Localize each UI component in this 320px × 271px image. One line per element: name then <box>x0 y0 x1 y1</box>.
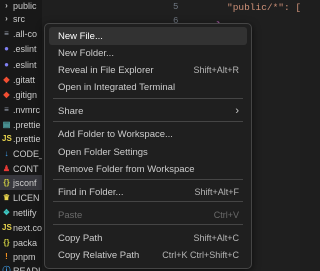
menu-item-open-folder-settings[interactable]: Open Folder Settings <box>49 143 247 161</box>
explorer-sidebar: › public › src ≡ .all-co ● .eslint ● .eslint ◆ .git… <box>0 0 42 271</box>
explorer-item-label: .all-co <box>13 28 38 39</box>
chevron-right-icon: › <box>235 104 239 117</box>
explorer-item[interactable]: ! pnpm <box>0 249 42 264</box>
menu-item-label: Remove Folder from Workspace <box>58 163 195 175</box>
menu-item-copy-relative-path[interactable]: Copy Relative Path Ctrl+K Ctrl+Shift+C <box>49 246 247 264</box>
explorer-item-label: .eslint <box>13 43 37 54</box>
json-icon: {} <box>3 178 10 187</box>
explorer-item-label: .prettie <box>13 119 41 130</box>
explorer-item-label: pnpm <box>13 251 36 262</box>
contributing-icon: ♟ <box>2 164 11 173</box>
pnpm-icon: ! <box>5 252 8 261</box>
menu-item-label: Open in Integrated Terminal <box>58 81 176 93</box>
js-icon: JS <box>2 223 12 232</box>
explorer-context-menu: New File... New Folder... Reveal in File E… <box>44 23 252 269</box>
git-icon: ◆ <box>3 75 10 84</box>
menu-item-copy-path[interactable]: Copy Path Shift+Alt+C <box>49 229 247 247</box>
explorer-item[interactable]: {} packa <box>0 235 42 250</box>
menu-separator <box>53 201 243 202</box>
explorer-item[interactable]: ≡ .all-co <box>0 26 42 41</box>
explorer-item[interactable]: ⓘ READI <box>0 263 42 271</box>
menu-item-paste: Paste Ctrl+V <box>49 206 247 224</box>
menu-item-label: Find in Folder... <box>58 186 124 198</box>
eslint-icon: ● <box>4 60 9 69</box>
explorer-item-label: next.co <box>13 222 42 233</box>
folder-chevron-icon: › <box>5 1 8 10</box>
menu-item-label: Copy Relative Path <box>58 249 140 261</box>
folder-chevron-icon: › <box>5 14 8 23</box>
menu-item-label: New File... <box>58 30 103 42</box>
explorer-item[interactable]: ≡ .nvmrc <box>0 102 42 117</box>
js-icon: JS <box>2 134 12 143</box>
explorer-item-label: jsconf <box>13 177 37 188</box>
explorer-item-label: .prettie <box>13 133 41 144</box>
prettier-icon: ▤ <box>2 120 11 129</box>
explorer-item-label: netlify <box>13 207 37 218</box>
explorer-item[interactable]: ◆ .gitatt <box>0 72 42 87</box>
explorer-item[interactable]: ● .eslint <box>0 57 42 72</box>
menu-item-label: Paste <box>58 209 83 221</box>
menu-item-new-folder[interactable]: New Folder... <box>49 44 247 62</box>
menu-item-shortcut: Shift+Alt+C <box>193 233 239 243</box>
menu-item-shortcut: Shift+Alt+F <box>194 187 239 197</box>
explorer-item[interactable]: ♛ LICEN <box>0 190 42 205</box>
menu-item-label: Add Folder to Workspace... <box>58 128 173 140</box>
explorer-item[interactable]: ♟ CONT <box>0 161 42 176</box>
vscode-window: › public › src ≡ .all-co ● .eslint ● .eslint ◆ .git… <box>0 0 300 271</box>
explorer-item-label: .eslint <box>13 59 37 70</box>
explorer-item-label: .gitatt <box>13 74 36 85</box>
info-icon: ⓘ <box>2 266 11 271</box>
git-icon: ◆ <box>3 90 10 99</box>
menu-separator <box>53 179 243 180</box>
menu-separator <box>53 224 243 225</box>
package-icon: {} <box>3 238 10 247</box>
explorer-item-label: packa <box>13 237 38 248</box>
explorer-item[interactable]: ▤ .prettie <box>0 117 42 132</box>
license-icon: ♛ <box>2 193 11 202</box>
explorer-item[interactable]: ❖ netlify <box>0 205 42 220</box>
markdown-icon: ↓ <box>4 149 9 158</box>
code-line[interactable]: "public/*": [". <box>227 2 300 13</box>
menu-item-shortcut: Ctrl+V <box>213 210 239 220</box>
explorer-item[interactable]: JS next.co <box>0 220 42 235</box>
menu-item-label: New Folder... <box>58 47 114 59</box>
explorer-item[interactable]: JS .prettie <box>0 131 42 146</box>
explorer-item[interactable]: {} jsconf <box>0 175 42 190</box>
explorer-item[interactable]: › src <box>0 11 42 26</box>
menu-item-add-folder-to-workspace[interactable]: Add Folder to Workspace... <box>49 125 247 143</box>
menu-item-shortcut: Shift+Alt+R <box>193 65 239 75</box>
menu-item-remove-folder-from-workspace[interactable]: Remove Folder from Workspace <box>49 160 247 178</box>
netlify-icon: ❖ <box>2 208 11 217</box>
explorer-item-label: .nvmrc <box>13 104 40 115</box>
menu-item-label: Copy Path <box>58 232 103 244</box>
menu-item-label: Share <box>58 105 84 117</box>
explorer-item-label: CODE_ <box>13 148 42 159</box>
file-icon: ≡ <box>4 29 9 38</box>
menu-item-shortcut: Ctrl+K Ctrl+Shift+C <box>162 250 239 260</box>
menu-separator <box>53 121 243 122</box>
explorer-item-label: LICEN <box>13 192 40 203</box>
explorer-item-label: .gitign <box>13 89 38 100</box>
menu-item-label: Reveal in File Explorer <box>58 64 154 76</box>
explorer-item-label: READI <box>13 265 41 271</box>
explorer-item-label: public <box>13 0 37 11</box>
menu-item-find-in-folder[interactable]: Find in Folder... Shift+Alt+F <box>49 183 247 201</box>
explorer-item[interactable]: ● .eslint <box>0 41 42 56</box>
menu-item-reveal-in-file-explorer[interactable]: Reveal in File Explorer Shift+Alt+R <box>49 61 247 79</box>
menu-item-new-file[interactable]: New File... <box>49 27 247 45</box>
menu-item-open-in-integrated-terminal[interactable]: Open in Integrated Terminal <box>49 78 247 96</box>
explorer-item[interactable]: ◆ .gitign <box>0 87 42 102</box>
eslint-icon: ● <box>4 44 9 53</box>
explorer-item-label: src <box>13 13 25 24</box>
menu-item-share[interactable]: Share › <box>49 102 247 120</box>
explorer-item[interactable]: ↓ CODE_ <box>0 146 43 161</box>
menu-separator <box>53 98 243 99</box>
menu-item-label: Open Folder Settings <box>58 146 148 158</box>
line-number: 5 <box>173 2 179 12</box>
explorer-item-label: CONT <box>13 163 39 174</box>
file-icon: ≡ <box>4 105 9 114</box>
